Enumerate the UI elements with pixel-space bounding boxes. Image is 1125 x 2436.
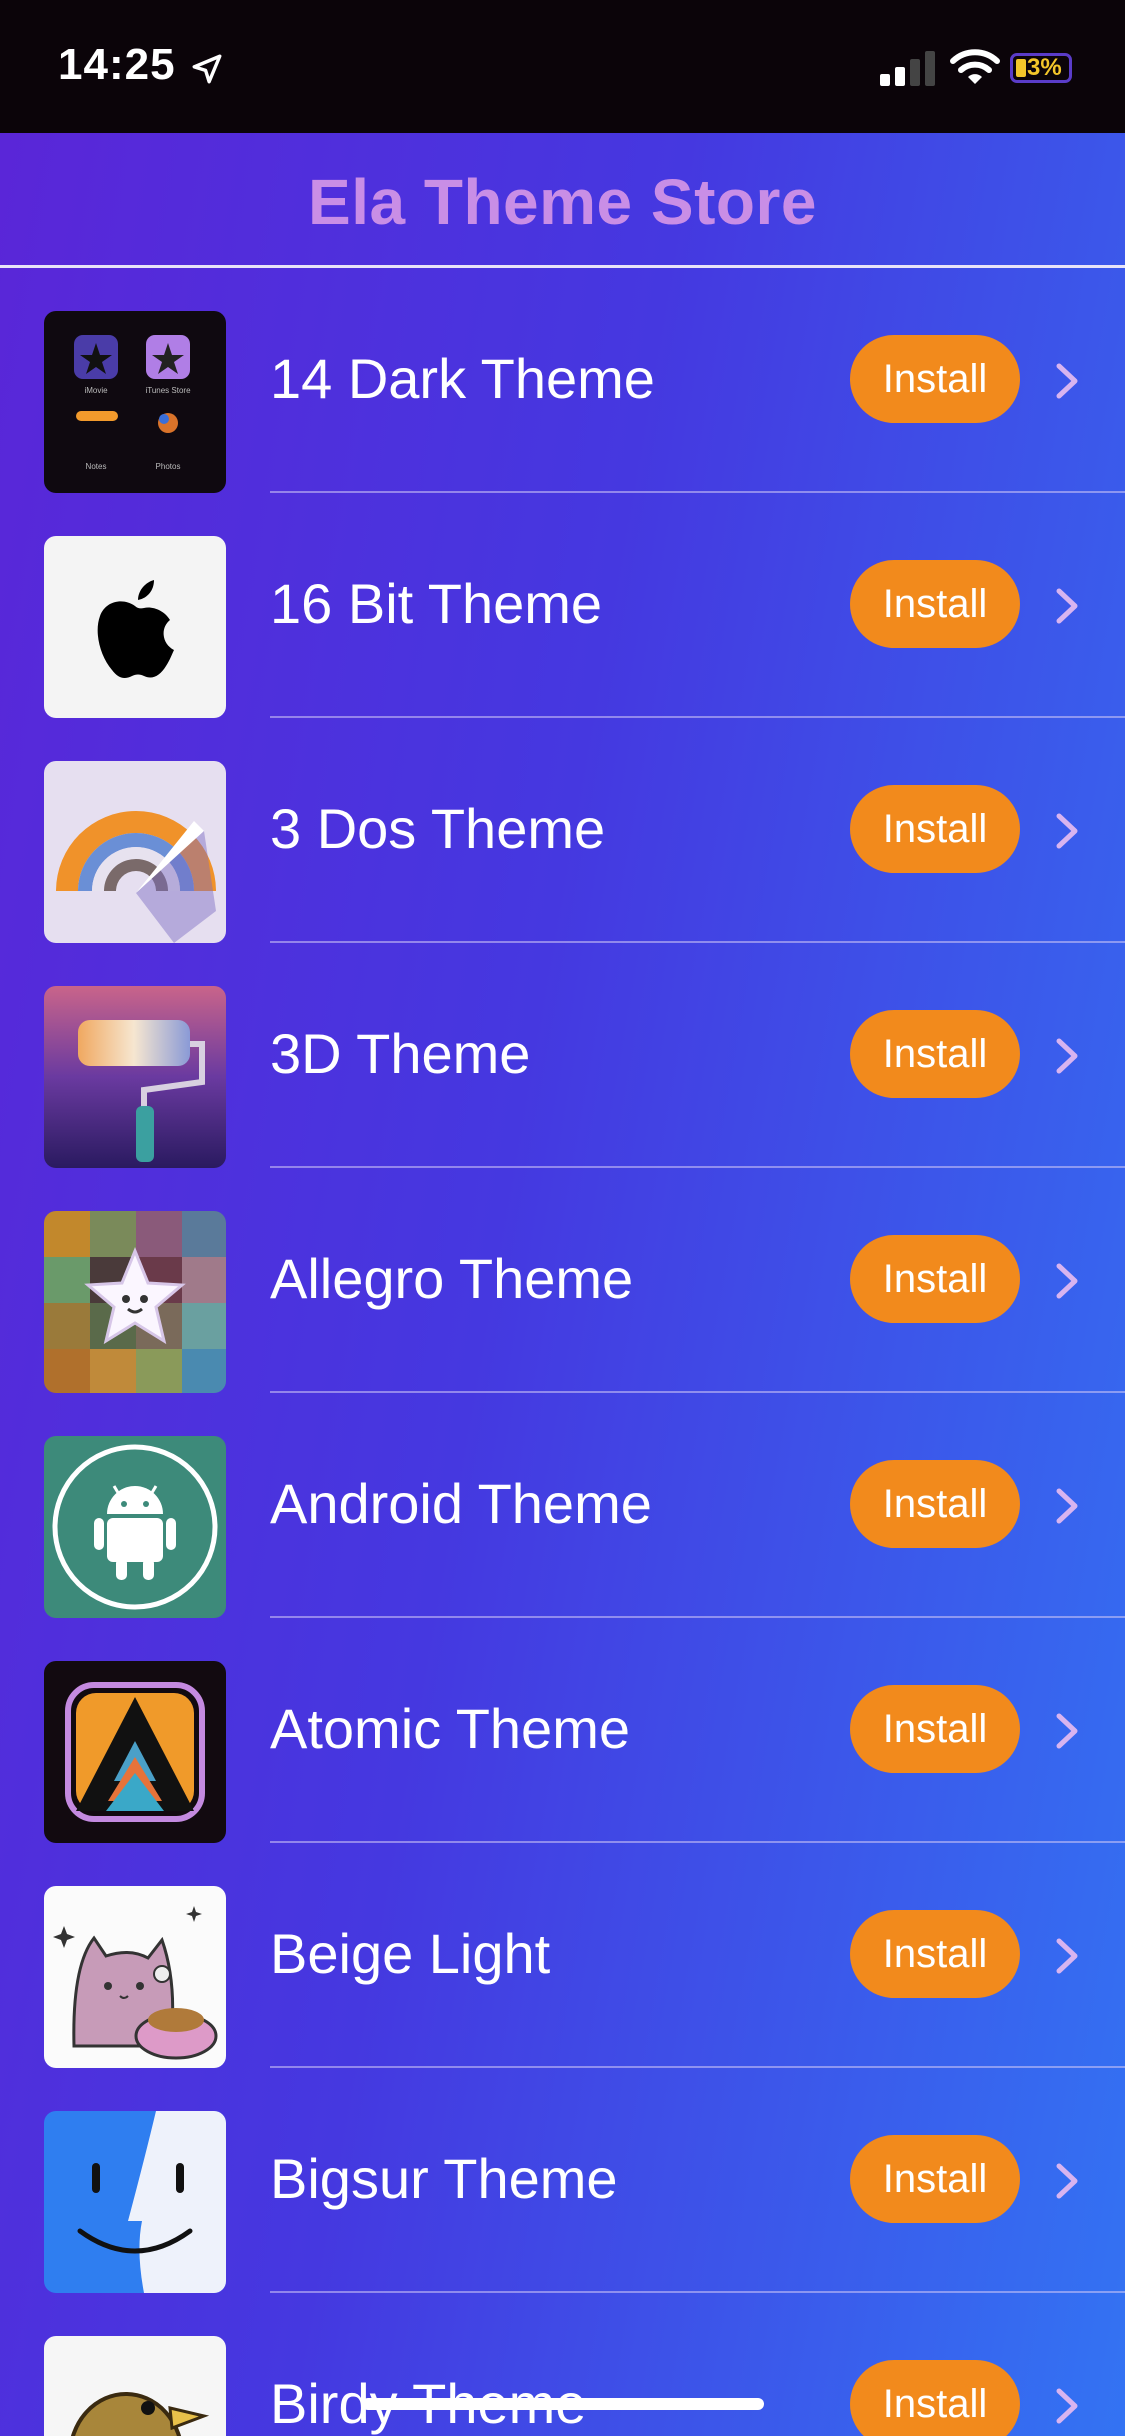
theme-row[interactable]: iMovie iTunes Store Notes Photos 14 Dark… bbox=[0, 268, 1125, 493]
cellular-signal-icon bbox=[880, 51, 935, 86]
finder-face-icon bbox=[44, 2111, 226, 2293]
install-button[interactable]: Install bbox=[850, 2360, 1020, 2436]
theme-row[interactable]: Beige Light Install bbox=[0, 1843, 1125, 2068]
location-arrow-icon bbox=[192, 54, 222, 84]
theme-name: Atomic Theme bbox=[270, 1697, 630, 1760]
theme-row[interactable]: 3 Dos Theme Install bbox=[0, 718, 1125, 943]
install-button[interactable]: Install bbox=[850, 1460, 1020, 1548]
theme-row[interactable]: Android Theme Install bbox=[0, 1393, 1125, 1618]
atomic-triangle-icon bbox=[44, 1661, 226, 1843]
star-character-icon bbox=[44, 1211, 226, 1393]
install-button[interactable]: Install bbox=[850, 1910, 1020, 1998]
chevron-right-icon[interactable] bbox=[1052, 1037, 1082, 1075]
chevron-right-icon[interactable] bbox=[1052, 2387, 1082, 2425]
paint-roller-icon bbox=[44, 986, 226, 1168]
chevron-right-icon[interactable] bbox=[1052, 1712, 1082, 1750]
theme-name: Beige Light bbox=[270, 1922, 551, 1985]
apple-logo-icon bbox=[44, 536, 226, 718]
install-button[interactable]: Install bbox=[850, 785, 1020, 873]
theme-name: 3 Dos Theme bbox=[270, 797, 606, 860]
dark-theme-icon: iMovie iTunes Store Notes Photos bbox=[44, 311, 226, 493]
battery-level bbox=[1016, 59, 1026, 77]
status-bar: 14:25 3% bbox=[0, 0, 1125, 133]
install-button[interactable]: Install bbox=[850, 1235, 1020, 1323]
theme-store-screen: Ela Theme Store iMovie iTunes Store Note… bbox=[0, 133, 1125, 2436]
chevron-right-icon[interactable] bbox=[1052, 587, 1082, 625]
install-button[interactable]: Install bbox=[850, 560, 1020, 648]
rainbow-gauge-icon bbox=[44, 761, 226, 943]
svg-text:Photos: Photos bbox=[156, 462, 181, 471]
install-button[interactable]: Install bbox=[850, 1010, 1020, 1098]
wifi-icon bbox=[950, 49, 1000, 84]
chevron-right-icon[interactable] bbox=[1052, 812, 1082, 850]
theme-row[interactable]: Bigsur Theme Install bbox=[0, 2068, 1125, 2293]
theme-name: 14 Dark Theme bbox=[270, 347, 655, 410]
chevron-right-icon[interactable] bbox=[1052, 1487, 1082, 1525]
theme-list[interactable]: iMovie iTunes Store Notes Photos 14 Dark… bbox=[0, 268, 1125, 2436]
theme-name: Bigsur Theme bbox=[270, 2147, 618, 2210]
battery-icon: 3% bbox=[1010, 53, 1072, 83]
header: Ela Theme Store bbox=[0, 133, 1125, 268]
theme-name: 16 Bit Theme bbox=[270, 572, 603, 635]
theme-name: Android Theme bbox=[270, 1472, 652, 1535]
install-button[interactable]: Install bbox=[850, 1685, 1020, 1773]
status-time: 14:25 bbox=[58, 40, 176, 89]
install-button[interactable]: Install bbox=[850, 2135, 1020, 2223]
bird-icon bbox=[44, 2336, 226, 2436]
chevron-right-icon[interactable] bbox=[1052, 2162, 1082, 2200]
page-title: Ela Theme Store bbox=[308, 166, 817, 238]
pusheen-cat-icon bbox=[44, 1886, 226, 2068]
theme-name: Allegro Theme bbox=[270, 1247, 634, 1310]
svg-text:iTunes Store: iTunes Store bbox=[145, 386, 191, 395]
theme-row[interactable]: 3D Theme Install bbox=[0, 943, 1125, 1168]
theme-row[interactable]: Allegro Theme Install bbox=[0, 1168, 1125, 1393]
svg-text:iMovie: iMovie bbox=[84, 386, 108, 395]
battery-percentage: 3% bbox=[1027, 54, 1062, 81]
theme-row[interactable]: Atomic Theme Install bbox=[0, 1618, 1125, 1843]
theme-row[interactable]: 16 Bit Theme Install bbox=[0, 493, 1125, 718]
install-button[interactable]: Install bbox=[850, 335, 1020, 423]
android-robot-icon bbox=[44, 1436, 226, 1618]
theme-name: 3D Theme bbox=[270, 1022, 531, 1085]
svg-text:Notes: Notes bbox=[86, 462, 107, 471]
home-indicator[interactable] bbox=[362, 2398, 764, 2410]
chevron-right-icon[interactable] bbox=[1052, 1937, 1082, 1975]
theme-row[interactable]: Birdy Theme Install bbox=[0, 2293, 1125, 2436]
chevron-right-icon[interactable] bbox=[1052, 1262, 1082, 1300]
chevron-right-icon[interactable] bbox=[1052, 362, 1082, 400]
